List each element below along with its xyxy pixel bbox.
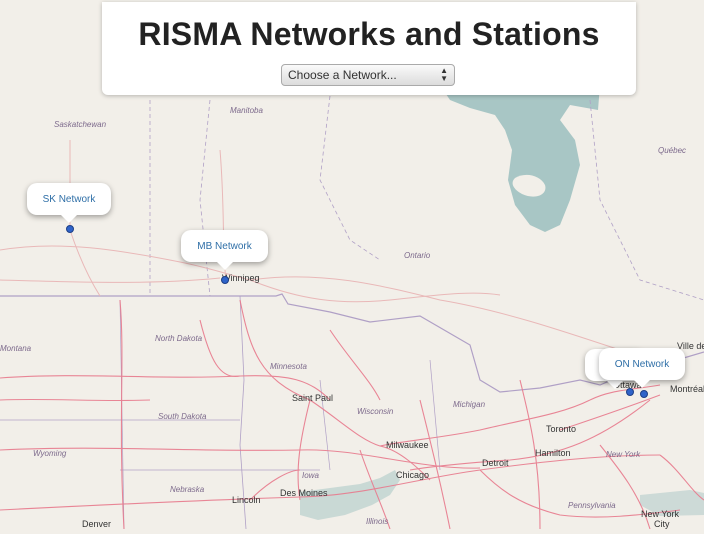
city-label: Hamilton <box>535 448 571 458</box>
popup-label[interactable]: ON Network <box>615 359 669 370</box>
city-label: Toronto <box>546 424 577 434</box>
region-label: Québec <box>658 146 687 155</box>
region-label: Michigan <box>453 400 486 409</box>
city-label: Chicago <box>396 470 430 480</box>
region-label: Nebraska <box>170 485 205 494</box>
city-label: Montréal <box>670 384 704 394</box>
city-label: Detroit <box>482 458 509 468</box>
station-marker-on[interactable] <box>640 390 648 398</box>
city-label: Milwaukee <box>386 440 429 450</box>
region-label: Saskatchewan <box>54 120 107 129</box>
popup-mb-network[interactable]: MB Network <box>181 230 268 270</box>
region-label: Illinois <box>366 517 389 526</box>
popup-label[interactable]: SK Network <box>43 194 96 205</box>
region-label: North Dakota <box>155 334 203 343</box>
region-label: Wisconsin <box>357 407 394 416</box>
city-label: Denver <box>82 519 112 529</box>
region-label: Montana <box>0 344 32 353</box>
region-label: Manitoba <box>230 106 263 115</box>
city-label: Saint Paul <box>292 393 334 403</box>
region-label: Iowa <box>302 471 319 480</box>
city-label: City <box>654 519 670 529</box>
header-panel: RISMA Networks and Stations Choose a Net… <box>102 2 636 95</box>
popup-on-network[interactable]: ON Network <box>599 348 685 388</box>
city-label: Lincoln <box>232 495 261 505</box>
region-label: Pennsylvania <box>568 501 616 510</box>
region-label: Ontario <box>404 251 431 260</box>
popup-label[interactable]: MB Network <box>197 241 251 252</box>
city-label: Des Moines <box>280 488 328 498</box>
city-label: New York <box>641 509 680 519</box>
region-label: Minnesota <box>270 362 307 371</box>
station-marker-sk[interactable] <box>66 225 74 233</box>
station-marker-mb[interactable] <box>221 276 229 284</box>
popup-sk-network[interactable]: SK Network <box>27 183 111 223</box>
network-select-value[interactable]: Choose a Network... <box>288 68 440 82</box>
region-label: New York <box>606 450 641 459</box>
station-marker-on[interactable] <box>626 388 634 396</box>
chevron-updown-icon: ▲ ▼ <box>440 66 448 83</box>
network-select[interactable]: Choose a Network... ▲ ▼ <box>281 64 455 86</box>
region-label: Wyoming <box>33 449 67 458</box>
region-label: South Dakota <box>158 412 207 421</box>
page-title: RISMA Networks and Stations <box>138 16 600 52</box>
